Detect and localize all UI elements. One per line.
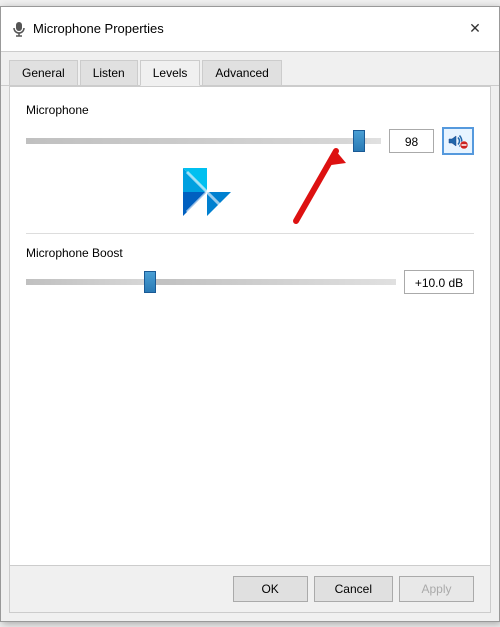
boost-slider-row: +10.0 dB xyxy=(26,270,474,294)
close-button[interactable]: ✕ xyxy=(461,15,489,43)
speaker-muted-icon xyxy=(448,132,468,150)
window-title: Microphone Properties xyxy=(33,21,164,36)
window: Microphone Properties ✕ General Listen L… xyxy=(0,6,500,622)
red-arrow-annotation xyxy=(126,131,376,231)
title-bar: Microphone Properties ✕ xyxy=(1,7,499,52)
boost-slider-thumb[interactable] xyxy=(144,271,156,293)
microphone-title-icon xyxy=(11,21,27,37)
annotation-area xyxy=(26,161,474,221)
microphone-mute-button[interactable] xyxy=(442,127,474,155)
microphone-boost-section: Microphone Boost +10.0 dB xyxy=(26,246,474,294)
microphone-value-box[interactable]: 98 xyxy=(389,129,434,153)
microphone-label: Microphone xyxy=(26,103,474,117)
tab-listen[interactable]: Listen xyxy=(80,60,138,85)
content-panel: Microphone 98 xyxy=(9,86,491,566)
boost-label: Microphone Boost xyxy=(26,246,474,260)
tab-levels[interactable]: Levels xyxy=(140,60,201,86)
apply-button[interactable]: Apply xyxy=(399,576,474,602)
ok-button[interactable]: OK xyxy=(233,576,308,602)
footer: OK Cancel Apply xyxy=(9,566,491,613)
tab-advanced[interactable]: Advanced xyxy=(202,60,281,85)
cancel-button[interactable]: Cancel xyxy=(314,576,393,602)
section-separator xyxy=(26,233,474,234)
tabs-bar: General Listen Levels Advanced xyxy=(1,52,499,86)
boost-value-box[interactable]: +10.0 dB xyxy=(404,270,474,294)
title-left: Microphone Properties xyxy=(11,21,164,37)
tab-general[interactable]: General xyxy=(9,60,78,85)
